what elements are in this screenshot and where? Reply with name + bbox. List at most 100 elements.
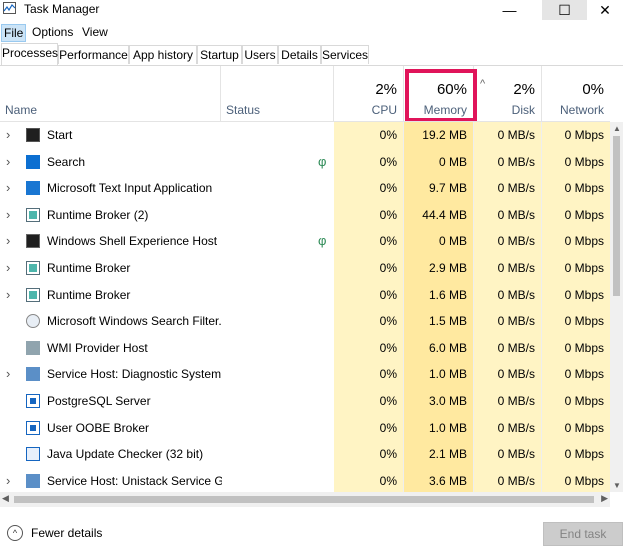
process-disk: 0 MB/s [474, 254, 542, 282]
table-row[interactable]: Microsoft Windows Search Filter... 0% 1.… [0, 308, 610, 335]
table-row[interactable]: › Search φ 0% 0 MB 0 MB/s 0 Mbps [0, 148, 610, 176]
expand-chevron-icon[interactable]: › [6, 122, 18, 149]
process-disk: 0 MB/s [474, 201, 542, 229]
maximize-button[interactable]: ☐ [542, 0, 587, 20]
column-header-status[interactable]: Status [221, 66, 334, 121]
expand-chevron-icon [6, 308, 18, 335]
expand-chevron-icon [6, 441, 18, 468]
column-header-network[interactable]: 0% Network [542, 66, 610, 121]
process-name: Windows Shell Experience Host [47, 234, 218, 249]
fewer-details-link[interactable]: Fewer details [31, 526, 102, 540]
scroll-up-arrow-icon[interactable]: ▲ [613, 124, 621, 133]
vertical-scrollbar[interactable]: ▲ ▼ [610, 122, 623, 492]
process-network: 0 Mbps [542, 467, 610, 492]
search-filter-icon [26, 314, 40, 329]
process-name: Microsoft Text Input Application [47, 181, 213, 196]
memory-highlight-box [405, 69, 477, 122]
tab-startup[interactable]: Startup [197, 45, 242, 64]
column-header-cpu[interactable]: 2% CPU [334, 66, 404, 121]
tab-performance[interactable]: Performance [58, 45, 129, 64]
table-row[interactable]: › Service Host: Diagnostic System... 0% … [0, 361, 610, 388]
horizontal-scrollbar[interactable]: ◀ ▶ [0, 492, 610, 507]
shell-host-icon [26, 234, 40, 249]
table-row[interactable]: › Runtime Broker 0% 2.9 MB 0 MB/s 0 Mbps [0, 254, 610, 282]
vertical-scroll-thumb[interactable] [613, 136, 620, 296]
table-row[interactable]: Java Update Checker (32 bit) 0% 2.1 MB 0… [0, 441, 610, 468]
menu-view[interactable]: View [80, 24, 110, 40]
expand-chevron-icon[interactable]: › [6, 228, 18, 255]
table-row[interactable]: User OOBE Broker 0% 1.0 MB 0 MB/s 0 Mbps [0, 414, 610, 442]
tab-processes[interactable]: Processes [1, 43, 58, 65]
search-app-icon [26, 154, 40, 169]
scroll-down-arrow-icon[interactable]: ▼ [613, 481, 621, 490]
table-row[interactable]: › Service Host: Unistack Service G... 0%… [0, 467, 610, 492]
tab-users[interactable]: Users [242, 45, 278, 64]
process-disk: 0 MB/s [474, 228, 542, 255]
column-label-disk: Disk [511, 103, 535, 117]
expand-chevron-icon[interactable]: › [6, 468, 18, 492]
footer: ^ Fewer details End task [0, 518, 623, 550]
process-cpu: 0% [334, 414, 404, 442]
table-row[interactable]: PostgreSQL Server 0% 3.0 MB 0 MB/s 0 Mbp… [0, 387, 610, 415]
column-header-name[interactable]: Name [0, 66, 221, 121]
end-task-button[interactable]: End task [543, 522, 623, 546]
service-host-icon [26, 367, 40, 382]
tab-services[interactable]: Services [321, 45, 369, 64]
process-name: User OOBE Broker [47, 420, 150, 435]
expand-chevron-icon[interactable]: › [6, 175, 18, 202]
process-name: Service Host: Unistack Service G... [47, 473, 222, 488]
menu-bar: File Options View [0, 22, 623, 42]
menu-file[interactable]: File [1, 24, 27, 42]
process-memory: 2.9 MB [404, 254, 474, 282]
process-network: 0 Mbps [542, 122, 610, 149]
tab-app-history[interactable]: App history [129, 45, 197, 64]
process-memory: 1.0 MB [404, 414, 474, 442]
suspended-leaf-icon: φ [318, 233, 327, 249]
process-name: Runtime Broker (2) [47, 207, 149, 222]
network-total-percent: 0% [582, 81, 604, 98]
expand-chevron-icon[interactable]: › [6, 202, 18, 229]
menu-options[interactable]: Options [30, 24, 75, 40]
process-cpu: 0% [334, 467, 404, 492]
table-row[interactable]: › Runtime Broker 0% 1.6 MB 0 MB/s 0 Mbps [0, 281, 610, 309]
process-cpu: 0% [334, 175, 404, 202]
minimize-button[interactable]: — [487, 0, 532, 20]
process-network: 0 Mbps [542, 254, 610, 282]
process-name: Start [47, 128, 73, 142]
process-network: 0 Mbps [542, 281, 610, 309]
process-name: Microsoft Windows Search Filter... [47, 314, 222, 329]
table-row[interactable]: › Start 0% 19.2 MB 0 MB/s 0 Mbps [0, 122, 610, 149]
expand-chevron-icon[interactable]: › [6, 149, 18, 176]
expand-chevron-icon[interactable]: › [6, 255, 18, 282]
table-row[interactable]: › Runtime Broker (2) 0% 44.4 MB 0 MB/s 0… [0, 201, 610, 229]
horizontal-scroll-thumb[interactable] [14, 496, 594, 503]
process-network: 0 Mbps [542, 334, 610, 362]
process-disk: 0 MB/s [474, 308, 542, 335]
table-row[interactable]: › Microsoft Text Input Application 0% 9.… [0, 175, 610, 202]
expand-chevron-icon [6, 335, 18, 362]
process-disk: 0 MB/s [474, 387, 542, 415]
process-cpu: 0% [334, 441, 404, 468]
process-list: › Start 0% 19.2 MB 0 MB/s 0 Mbps › Searc… [0, 122, 610, 492]
runtime-broker-icon [26, 207, 40, 222]
process-disk: 0 MB/s [474, 334, 542, 362]
process-name: Runtime Broker [47, 260, 131, 275]
table-row[interactable]: › Windows Shell Experience Host φ 0% 0 M… [0, 228, 610, 255]
column-header-disk[interactable]: 2% Disk [474, 66, 542, 121]
process-cpu: 0% [334, 122, 404, 149]
tab-details[interactable]: Details [278, 45, 321, 64]
process-disk: 0 MB/s [474, 281, 542, 309]
collapse-up-icon[interactable]: ^ [7, 525, 23, 541]
close-button[interactable]: ✕ [587, 0, 623, 20]
sort-indicator-icon: ^ [480, 78, 486, 90]
process-network: 0 Mbps [542, 414, 610, 442]
expand-chevron-icon[interactable]: › [6, 361, 18, 388]
scroll-left-arrow-icon[interactable]: ◀ [2, 493, 9, 504]
process-name: Java Update Checker (32 bit) [47, 447, 204, 462]
scroll-right-arrow-icon[interactable]: ▶ [601, 493, 608, 504]
table-row[interactable]: WMI Provider Host 0% 6.0 MB 0 MB/s 0 Mbp… [0, 334, 610, 362]
process-memory: 0 MB [404, 148, 474, 176]
cpu-total-percent: 2% [375, 81, 397, 98]
task-manager-icon [3, 2, 16, 14]
expand-chevron-icon[interactable]: › [6, 282, 18, 309]
